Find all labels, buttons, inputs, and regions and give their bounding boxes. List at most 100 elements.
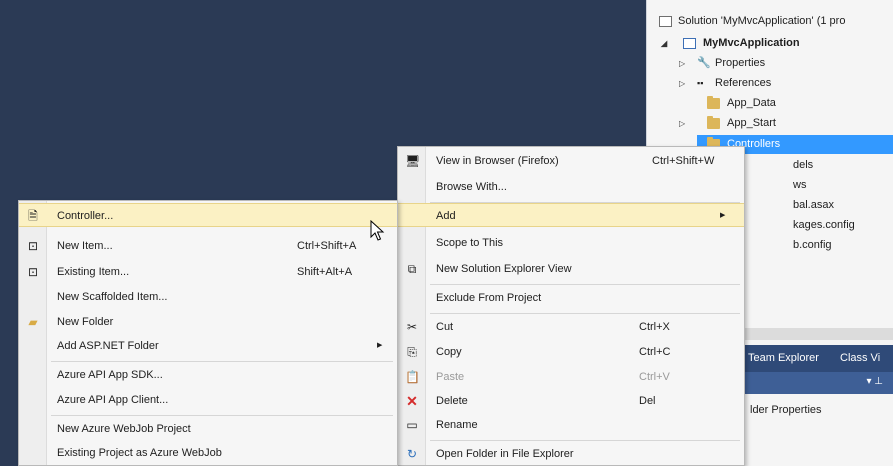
collapsed-arrow-icon[interactable]: ▷ [679,54,685,73]
tree-item-webconfig[interactable]: b.config [793,236,893,255]
collapsed-arrow-icon[interactable]: ▷ [679,74,685,93]
menu-item-label: Azure API App SDK... [57,369,163,381]
menu-separator [51,415,393,416]
folder-icon [707,116,720,129]
menu-item-new-azure-webjob[interactable]: New Azure WebJob Project [19,417,397,441]
menu-item-new-solution-explorer-view[interactable]: ⧉ New Solution Explorer View [398,257,744,281]
menu-item-label: New Azure WebJob Project [57,423,191,435]
scissors-icon: ✂ [406,320,418,334]
menu-item-new-item[interactable]: ⊡ New Item... Ctrl+Shift+A [19,234,397,258]
tree-item-label: Properties [715,57,766,69]
collapsed-arrow-icon[interactable]: ▷ [679,114,685,133]
controller-file-icon: 🗎 [28,209,38,223]
menu-item-new-folder[interactable]: ▰ New Folder [19,310,397,334]
shortcut-label: Ctrl+V [639,371,670,383]
tree-item-references[interactable]: ▷ ▪▪ References [679,74,893,93]
solution-node[interactable]: Solution 'MyMvcApplication' (1 pro [659,12,893,31]
menu-item-label: New Item... [57,240,113,252]
menu-item-browse-with[interactable]: Browse With... [398,175,744,199]
mouse-cursor-icon [370,220,385,241]
menu-separator [430,313,740,314]
tree-item-app-start[interactable]: ▷ App_Start [679,114,893,133]
menu-item-label: View in Browser (Firefox) [436,155,559,167]
menu-item-label: Copy [436,346,462,358]
properties-panel: lder Properties [740,394,893,466]
menu-item-label: Azure API App Client... [57,394,169,406]
tab-team-explorer[interactable]: Team Explorer [748,352,819,364]
menu-item-label: Add [436,210,456,222]
tab-class-view[interactable]: Class Vi [840,352,880,364]
menu-item-label: Rename [436,419,478,431]
shortcut-label: Ctrl+C [639,346,671,358]
add-submenu: 🗎 Controller... ⊡ New Item... Ctrl+Shift… [18,200,398,466]
menu-item-label: Add ASP.NET Folder [57,340,159,352]
menu-item-label: New Solution Explorer View [436,263,572,275]
tree-item-label: ws [793,179,807,191]
menu-separator [430,440,740,441]
menu-item-view-in-browser[interactable]: 🖥 View in Browser (Firefox) Ctrl+Shift+W [398,149,744,173]
menu-item-label: Controller... [57,210,114,222]
tree-item-global[interactable]: bal.asax [793,196,893,215]
tree-item-models[interactable]: dels [793,156,893,175]
menu-item-existing-item[interactable]: ⊡ Existing Item... Shift+Alt+A [19,260,397,284]
menu-item-label: Browse With... [436,181,507,193]
menu-item-scope-to-this[interactable]: Scope to This [398,231,744,255]
menu-item-label: Open Folder in File Explorer [436,448,574,460]
references-icon: ▪▪ [697,78,704,88]
submenu-arrow-icon: ▶ [377,342,383,349]
wrench-icon: 🔧 [697,57,711,69]
menu-item-exclude[interactable]: Exclude From Project [398,286,744,310]
tree-item-label: App_Data [727,97,776,109]
expanded-arrow-icon[interactable]: ◢ [661,34,667,53]
shortcut-label: Ctrl+Shift+W [652,155,715,167]
menu-item-label: Delete [436,395,468,407]
shortcut-label: Del [639,395,656,407]
solution-label: Solution 'MyMvcApplication' (1 pro [678,15,846,27]
menu-item-add[interactable]: Add ▶ [398,203,744,227]
menu-separator [430,284,740,285]
menu-separator [51,361,393,362]
menu-item-rename[interactable]: ▭ Rename [398,413,744,437]
new-item-icon: ⊡ [27,239,39,253]
menu-item-new-scaffolded-item[interactable]: New Scaffolded Item... [19,285,397,309]
tree-item-label: References [715,77,772,89]
tree-item-label: b.config [793,239,832,251]
tree-item-app-data[interactable]: App_Data [697,94,893,113]
menu-item-label: New Scaffolded Item... [57,291,168,303]
shortcut-label: Ctrl+X [639,321,670,333]
tree-item-label: App_Start [727,117,776,129]
menu-item-cut[interactable]: ✂ Cut Ctrl+X [398,315,744,339]
menu-item-label: Cut [436,321,454,333]
tree-item-views[interactable]: ws [793,176,893,195]
project-label: MyMvcApplication [703,37,800,49]
menu-item-add-aspnet-folder[interactable]: Add ASP.NET Folder ▶ [19,334,397,358]
project-icon [683,38,696,49]
menu-item-label: Existing Item... [57,266,130,278]
menu-item-label: New Folder [57,316,114,328]
menu-item-azure-api-client[interactable]: Azure API App Client... [19,388,397,412]
menu-item-controller[interactable]: 🗎 Controller... [19,203,397,227]
menu-item-copy[interactable]: ⎘ Copy Ctrl+C [398,340,744,364]
menu-item-label: Exclude From Project [436,292,542,304]
solution-icon [659,16,672,27]
copy-icon: ⎘ [407,345,417,359]
menu-item-azure-api-sdk[interactable]: Azure API App SDK... [19,363,397,387]
tree-item-packages[interactable]: kages.config [793,216,893,235]
pin-icon[interactable]: ▾ ⊥ [866,376,883,387]
rename-icon: ▭ [406,418,418,432]
menu-item-delete[interactable]: ✕ Delete Del [398,389,744,413]
submenu-arrow-icon: ▶ [720,212,726,219]
menu-item-existing-webjob[interactable]: Existing Project as Azure WebJob [19,441,397,465]
horizontal-scrollbar[interactable] [742,328,893,340]
shortcut-label: Shift+Alt+A [297,266,353,278]
refresh-arrow-icon: ↻ [406,447,418,461]
project-node[interactable]: ◢ MyMvcApplication [661,34,893,53]
tree-item-label: kages.config [793,219,855,231]
tree-item-properties[interactable]: ▷ 🔧 Properties [679,54,893,73]
folder-icon [707,96,720,109]
new-folder-icon: ▰ [28,315,38,329]
menu-item-paste[interactable]: 📋 Paste Ctrl+V [398,365,744,389]
menu-item-open-folder[interactable]: ↻ Open Folder in File Explorer [398,442,744,466]
browser-icon: 🖥 [405,154,421,168]
tool-window-tabs: Team Explorer Class Vi [740,345,893,372]
